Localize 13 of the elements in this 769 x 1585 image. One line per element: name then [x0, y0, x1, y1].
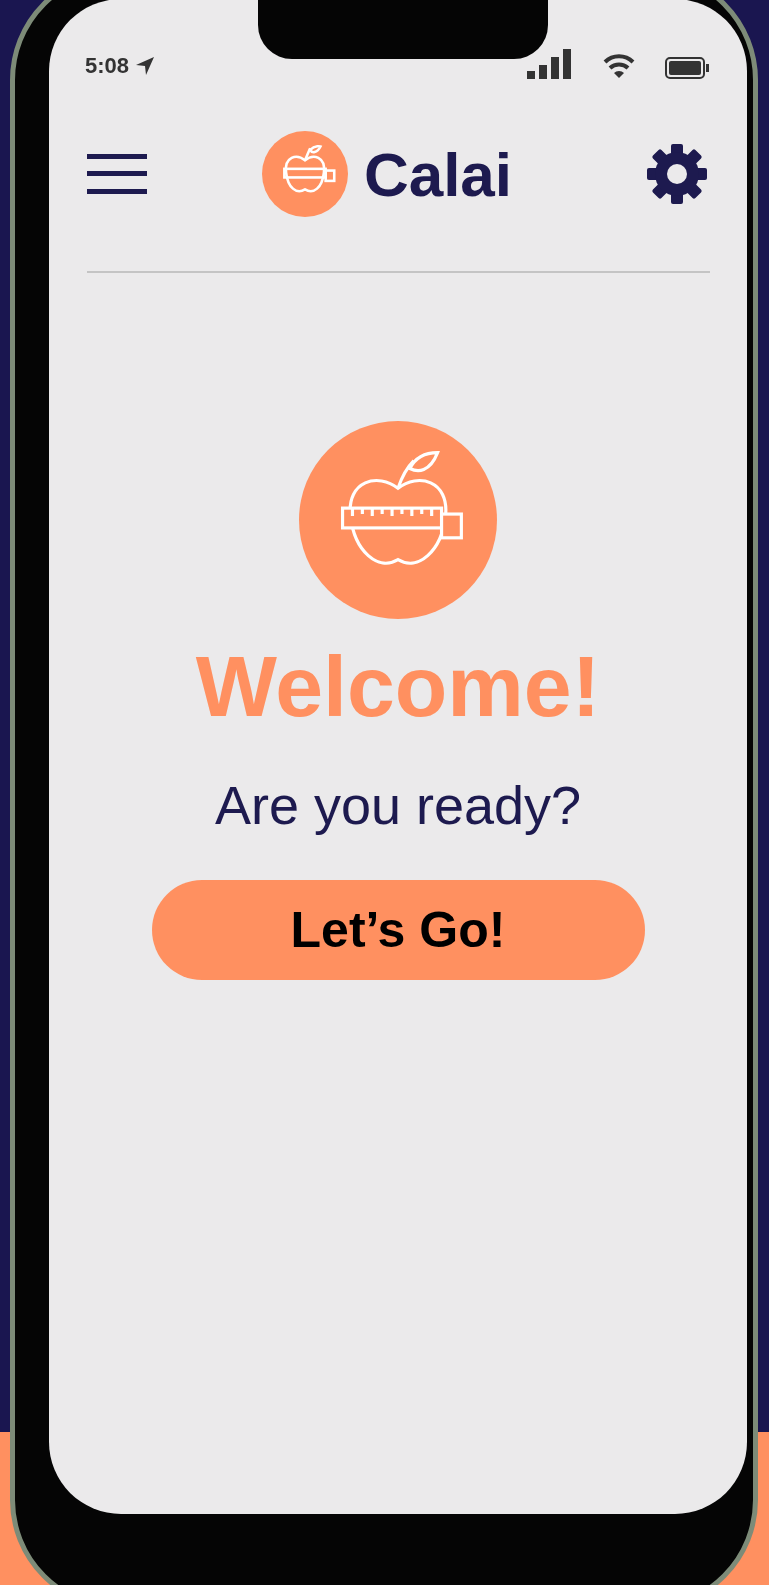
subtitle-text: Are you ready? — [214, 773, 582, 836]
apple-logo-icon — [261, 131, 348, 217]
location-arrow-icon — [135, 56, 156, 76]
menu-icon[interactable] — [87, 154, 147, 194]
signal-icon — [527, 49, 573, 79]
welcome-heading: Welcome! — [195, 639, 601, 734]
status-time: 5:08 — [85, 53, 130, 79]
wifi-icon — [603, 53, 635, 79]
settings-icon[interactable] — [647, 144, 707, 204]
app-title: Calai — [363, 138, 513, 210]
lets-go-button[interactable]: Let’s Go! — [151, 879, 645, 980]
apple-logo-icon — [299, 421, 497, 619]
battery-icon — [665, 57, 709, 79]
